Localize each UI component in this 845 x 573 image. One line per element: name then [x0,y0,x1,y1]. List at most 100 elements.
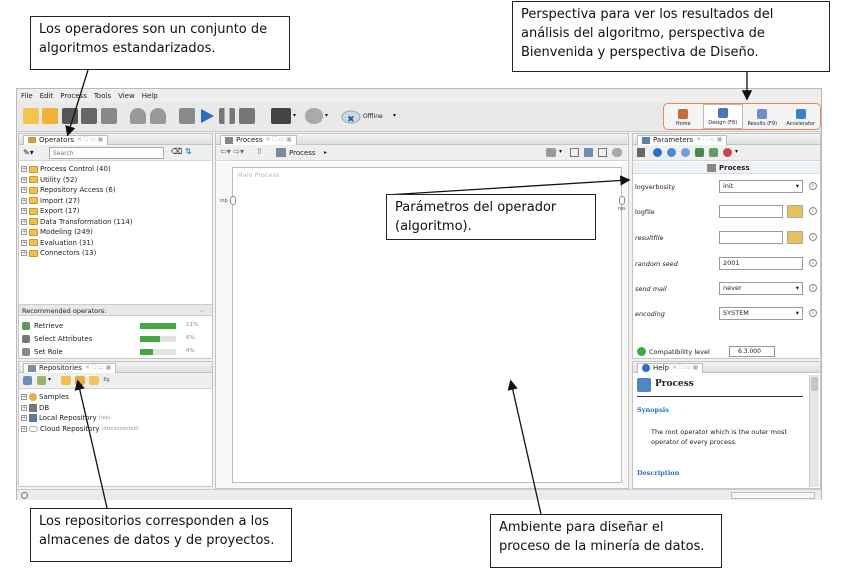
tree-item[interactable]: + Process Control (40) [21,164,133,175]
chevron-down-icon[interactable]: ▾ [559,148,562,155]
help-icon[interactable]: i [809,259,817,267]
chevron-down-icon[interactable]: ▾ [48,376,51,383]
clear-search-icon[interactable]: ⌫ [171,147,182,156]
fit-icon[interactable] [598,148,607,157]
encoding-select[interactable]: SYSTEM ▾ [719,307,803,320]
random-seed-field[interactable]: 2001 [719,257,803,270]
menu-tools[interactable]: Tools [94,92,111,100]
tree-item[interactable]: + Modeling (249) [21,227,133,238]
tab-operators[interactable]: Operators ✕ ⛶ ▭ ▣ [23,134,109,145]
offline-cloud-icon[interactable]: ✖ [341,108,361,126]
input-port[interactable] [230,196,236,205]
chevron-down-icon[interactable]: ▾ [293,112,296,119]
panel-controls-icon[interactable]: ✕ ⛶ ▭ ▣ [696,136,722,144]
perspective-results[interactable]: Results (F9) [743,104,782,129]
save-as-icon[interactable] [81,108,97,124]
operator-search-input[interactable] [49,147,164,159]
run-icon[interactable] [199,108,215,124]
refresh-folder-icon[interactable] [75,376,85,385]
panel-controls-icon[interactable]: ✕ ⛶ ▭ ▣ [266,136,292,144]
operator-tools-icon[interactable]: ✎▾ [23,148,34,157]
perspective-accelerator[interactable]: Accelerator [782,104,821,129]
enable-icon[interactable] [709,148,718,157]
help-icon[interactable]: i [809,284,817,292]
recommended-item[interactable]: Retrieve 11% [22,320,207,333]
offline-status[interactable]: Offline [363,113,383,120]
panel-controls-icon[interactable]: ✕ ⛶ ▭ ▣ [85,364,111,372]
info-icon[interactable] [653,148,662,157]
chevron-down-icon[interactable]: ▾ [735,148,738,155]
menu-help[interactable]: Help [142,92,158,100]
step-icon[interactable] [179,108,195,124]
menu-edit[interactable]: Edit [40,92,54,100]
resultfile-field[interactable] [719,231,783,244]
tree-item[interactable]: + Local Repository (rep) [21,413,139,424]
import-icon[interactable] [37,376,46,385]
perspective-home[interactable]: Home [664,104,703,129]
redo-icon[interactable] [150,108,166,124]
stop-sign-icon[interactable] [723,148,732,157]
tree-item[interactable]: + Data Transformation (114) [21,217,133,228]
breakpoint-icon[interactable] [695,148,704,157]
grid-icon[interactable] [570,148,579,157]
pause-icon[interactable] [219,108,235,124]
logfile-field[interactable] [719,205,783,218]
compatibility-spinner[interactable]: 6.3.000 [729,346,775,357]
help-icon[interactable]: i [809,182,817,190]
send-mail-select[interactable]: never ▾ [719,282,803,295]
up-arrow-icon[interactable]: ⇧ [256,147,263,156]
tree-item[interactable]: + Evaluation (31) [21,238,133,249]
perspective-design[interactable]: Design (F8) [702,104,743,129]
menu-file[interactable]: File [21,92,33,100]
tree-item[interactable]: + Export (17) [21,206,133,217]
tab-parameters[interactable]: Parameters ✕ ⛶ ▭ ▣ [637,134,728,145]
back-arrow-icon[interactable]: ⇦▾ ⇨▾ [220,147,244,156]
undo-icon[interactable] [130,108,146,124]
sync-icon[interactable]: ⇆ [103,375,110,384]
chevron-right-icon[interactable]: ▸ [324,149,327,156]
tree-item[interactable]: + Connectors (13) [21,248,133,259]
operator-info-icon[interactable] [637,148,645,157]
add-repository-icon[interactable] [23,376,32,385]
tab-help[interactable]: Help ✕ ⛶ ▭ ▣ [637,362,704,373]
tree-item[interactable]: + Utility (52) [21,175,133,186]
help-icon[interactable]: i [809,233,817,241]
logverbosity-select[interactable]: init ▾ [719,180,803,193]
browse-folder-icon[interactable] [787,231,803,244]
tab-repositories[interactable]: Repositories ✕ ⛶ ▭ ▣ [23,362,117,373]
recommended-item[interactable]: Select Attributes 6% [22,333,207,346]
result-port[interactable] [619,196,625,205]
new-process-icon[interactable] [23,108,39,124]
new-folder-icon[interactable] [89,376,99,385]
recommended-item[interactable]: Set Role 4% [22,346,207,359]
tree-item[interactable]: + Cloud Repository (disconnected) [21,424,139,435]
help-icon[interactable]: i [809,207,817,215]
toggle-icon[interactable] [681,148,690,157]
save-icon[interactable] [62,108,78,124]
help-icon[interactable]: i [809,309,817,317]
tree-item[interactable]: + DB [21,403,139,414]
arrange-icon[interactable] [584,148,593,157]
tree-item[interactable]: + Samples [21,392,139,403]
browse-folder-icon[interactable] [787,205,803,218]
auto-wire-icon[interactable] [546,148,556,157]
cloud-icon[interactable] [305,108,323,124]
open-folder-icon[interactable] [42,108,58,124]
log-viewer-icon[interactable] [271,108,291,124]
tree-item[interactable]: + Repository Access (6) [21,185,133,196]
menu-process[interactable]: Process [60,92,87,100]
tree-item[interactable]: + Import (27) [21,196,133,207]
export-icon[interactable] [101,108,117,124]
sort-icon[interactable]: ⇅ [185,147,192,156]
menu-view[interactable]: View [118,92,135,100]
comment-icon[interactable] [612,148,622,157]
panel-controls-icon[interactable]: ✕ ⛶ ▭ ▣ [77,136,103,144]
folder-icon[interactable] [61,376,71,385]
tab-process[interactable]: Process ✕ ⛶ ▭ ▣ [220,134,297,145]
help-scrollbar[interactable] [809,375,819,487]
chevron-down-icon[interactable]: ▾ [393,112,396,119]
breadcrumb[interactable]: Process [289,149,316,157]
stop-icon[interactable] [239,108,255,124]
panel-controls-icon[interactable]: ✕ ⛶ ▭ ▣ [672,364,698,372]
chevron-down-icon[interactable]: ▾ [325,112,328,119]
